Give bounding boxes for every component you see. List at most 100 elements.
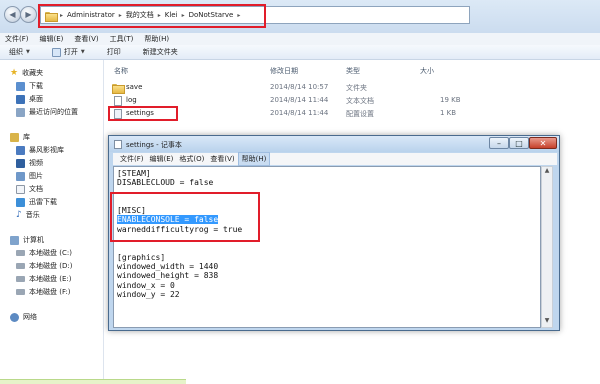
notepad-menu-view[interactable]: 查看(V) [207,153,237,165]
desktop-icon [16,94,25,104]
menu-help[interactable]: 帮助(H) [144,34,169,44]
column-header-modified[interactable]: 修改日期 [270,66,298,76]
sidebar-label: 最近访问的位置 [29,108,78,116]
open-label: 打开 [63,48,78,56]
sidebar-item-pictures[interactable]: 图片 [16,171,43,181]
sidebar-item-recent[interactable]: 最近访问的位置 [16,107,78,117]
music-note-icon: ♪ [16,210,22,220]
document-icon [51,47,61,57]
new-folder-label: 新建文件夹 [142,48,178,56]
file-modified: 2014/8/14 11:44 [270,96,329,104]
close-button[interactable]: ✕ [529,137,557,149]
menu-tools[interactable]: 工具(T) [110,34,134,44]
sidebar-label: 本地磁盘 (C:) [29,249,72,257]
sidebar-label: 视频 [29,159,43,167]
new-folder-button[interactable]: 新建文件夹 [143,47,178,57]
file-row-settings[interactable]: settings 2014/8/14 11:44 配置设置 1 KB [104,108,600,119]
menu-file[interactable]: 文件(F) [5,34,29,44]
scroll-up-icon[interactable]: ▲ [542,167,552,177]
notepad-menu-edit[interactable]: 编辑(E) [147,153,177,165]
chevron-right-icon: ▸ [181,11,185,19]
sidebar-item-desktop[interactable]: 桌面 [16,94,43,104]
sidebar-item-xunlei[interactable]: 迅雷下载 [16,197,57,207]
sidebar-item-disk-d[interactable]: 本地磁盘 (D:) [16,261,72,271]
chevron-down-icon: ▼ [80,49,85,55]
organize-button[interactable]: 组织 ▼ [9,47,30,57]
notepad-icon [114,140,122,149]
sidebar-item-computer[interactable]: 计算机 [10,235,44,245]
chevron-right-icon: ▸ [118,11,122,19]
breadcrumb-donotstarve[interactable]: DoNotStarve [189,11,234,19]
scroll-down-icon[interactable]: ▼ [542,317,552,327]
file-row-log[interactable]: log 2014/8/14 11:44 文本文档 19 KB [104,95,600,106]
video-library-icon [16,145,25,155]
menu-view[interactable]: 查看(V) [74,34,98,44]
forward-arrow-icon: ▶ [25,10,32,19]
file-size: 19 KB [440,96,461,104]
print-label: 打印 [106,48,121,56]
column-header-name[interactable]: 名称 [114,66,128,76]
vertical-scrollbar[interactable]: ▲ ▼ [541,166,553,328]
notepad-title-bar[interactable]: settings - 记事本 – □ ✕ [109,136,559,152]
breadcrumb-klei[interactable]: Klei [165,11,178,19]
column-header-type[interactable]: 类型 [346,66,360,76]
text-line: [MISC] [117,206,146,216]
address-input[interactable]: ▸ Administrator ▸ 我的文档 ▸ Klei ▸ DoNotSta… [40,6,470,24]
recent-places-icon [16,107,25,117]
sidebar-label: 暴风影视库 [29,146,64,154]
back-button[interactable]: ◀ [4,6,21,23]
sidebar-label: 迅雷下载 [29,198,57,206]
breadcrumb-my-documents[interactable]: 我的文档 [126,10,154,20]
sidebar-item-disk-c[interactable]: 本地磁盘 (C:) [16,248,72,258]
sidebar-item-storm-video[interactable]: 暴风影视库 [16,145,64,155]
text-line: DISABLECLOUD = false [117,178,214,188]
forward-button[interactable]: ▶ [20,6,37,23]
notepad-menu-format[interactable]: 格式(O) [176,153,207,165]
text-line: window_y = 22 [117,289,180,299]
sidebar-item-disk-f[interactable]: 本地磁盘 (F:) [16,287,71,297]
notepad-menu-help[interactable]: 帮助(H) [237,152,271,166]
notepad-menu-bar: 文件(F) 编辑(E) 格式(O) 查看(V) 帮助(H) [113,152,557,166]
minimize-icon: – [497,138,501,148]
sidebar-label: 收藏夹 [22,69,44,77]
sidebar-item-favorites[interactable]: ★ 收藏夹 [10,68,43,78]
sidebar-item-libraries[interactable]: 库 [10,132,30,142]
hard-disk-icon [16,276,25,282]
sidebar-label: 音乐 [25,211,40,219]
menu-bar: 文件(F) 编辑(E) 查看(V) 工具(T) 帮助(H) [0,33,600,45]
chevron-down-icon: ▼ [26,49,30,55]
maximize-button[interactable]: □ [509,137,529,149]
chevron-right-icon: ▸ [157,11,161,19]
network-icon [10,312,19,322]
folder-icon [112,83,125,94]
sidebar-item-network[interactable]: 网络 [10,312,37,322]
print-button[interactable]: 打印 [107,47,121,57]
close-icon: ✕ [539,138,547,148]
text-line: [graphics] [117,252,166,262]
file-type: 文件夹 [346,84,367,92]
minimize-button[interactable]: – [489,137,509,149]
file-row-save[interactable]: save 2014/8/14 10:57 文件夹 [104,82,600,94]
menu-edit[interactable]: 编辑(E) [40,34,64,44]
computer-icon [10,235,19,245]
status-strip [0,379,186,384]
chevron-right-icon: ▸ [60,11,64,19]
breadcrumb-administrator[interactable]: Administrator [67,11,115,19]
address-bar-area: ◀ ▶ ▸ Administrator ▸ 我的文档 ▸ Klei ▸ DoNo… [0,0,600,33]
sidebar-item-videos[interactable]: 视频 [16,158,43,168]
file-name: log [126,96,137,104]
sidebar-label: 文档 [29,185,43,193]
sidebar-label: 图片 [29,172,43,180]
download-icon [16,81,25,91]
sidebar-item-downloads[interactable]: 下载 [16,81,43,91]
hard-disk-icon [16,289,25,295]
notepad-menu-file[interactable]: 文件(F) [117,153,147,165]
sidebar-item-documents[interactable]: 文档 [16,184,43,194]
sidebar-item-disk-e[interactable]: 本地磁盘 (E:) [16,274,71,284]
text-line: window_x = 0 [117,280,175,290]
sidebar-item-music[interactable]: ♪ 音乐 [16,210,40,220]
column-header-size[interactable]: 大小 [420,66,434,76]
text-line: windowed_width = 1440 [117,261,219,271]
open-button[interactable]: 打开 ▼ [51,47,85,57]
notepad-text-area[interactable]: [STEAM] DISABLECLOUD = false [MISC] ENAB… [113,166,541,328]
